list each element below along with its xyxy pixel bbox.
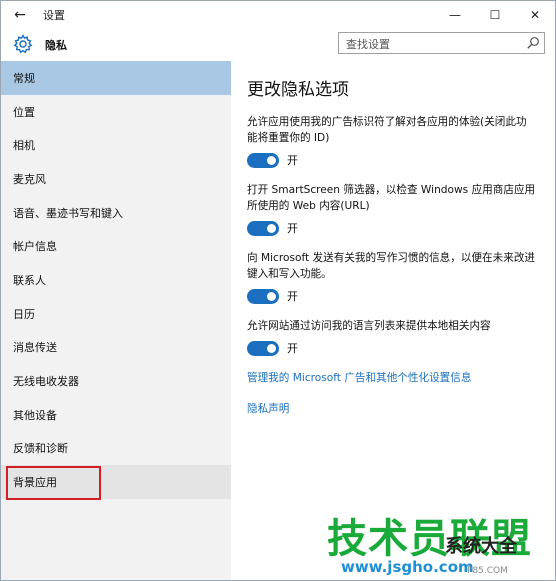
sidebar-item-calendar[interactable]: 日历 xyxy=(1,297,231,331)
watermark-subtitle: 系统大全 xyxy=(445,536,517,557)
option-description: 向 Microsoft 发送有关我的写作习惯的信息，以便在未来改进键入和写入功能… xyxy=(247,252,536,280)
smartscreen-toggle[interactable] xyxy=(247,220,279,236)
toggle-knob xyxy=(267,291,276,301)
sidebar-item-account-info[interactable]: 帐户信息 xyxy=(1,229,231,263)
search-icon[interactable] xyxy=(526,36,540,50)
advertising-id-toggle[interactable] xyxy=(247,152,279,168)
option-description: 允许应用使用我的广告标识符了解对各应用的体验(关闭此功能将重置你的 ID) xyxy=(247,116,527,144)
gear-icon xyxy=(13,34,33,54)
watermark-url: www.jsgho.com xyxy=(341,558,474,576)
highlight-annotation-box xyxy=(6,466,101,500)
sidebar-item-location[interactable]: 位置 xyxy=(1,95,231,129)
toggle-state-label: 开 xyxy=(287,290,298,303)
sidebar-item-general[interactable]: 常规 xyxy=(1,61,231,95)
window-controls: — ☐ ✕ xyxy=(435,1,555,29)
watermark-extra: P85.COM xyxy=(467,566,508,576)
minimize-button[interactable]: — xyxy=(435,1,475,29)
window-title: 设置 xyxy=(43,9,65,22)
back-arrow-icon: ← xyxy=(14,7,26,23)
sidebar-item-microphone[interactable]: 麦克风 xyxy=(1,162,231,196)
option-description: 允许网站通过访问我的语言列表来提供本地相关内容 xyxy=(247,320,491,332)
sidebar-item-contacts[interactable]: 联系人 xyxy=(1,263,231,297)
toggle-state-label: 开 xyxy=(287,342,298,355)
main-content: 更改隐私选项 允许应用使用我的广告标识符了解对各应用的体验(关闭此功能将重置你的… xyxy=(247,75,547,416)
maximize-button[interactable]: ☐ xyxy=(475,1,515,29)
sidebar-item-feedback-diagnostics[interactable]: 反馈和诊断 xyxy=(1,432,231,466)
advertising-id-toggle-row: 开 xyxy=(247,152,547,168)
privacy-statement-link[interactable]: 隐私声明 xyxy=(247,401,547,416)
close-icon: ✕ xyxy=(529,8,541,22)
back-button[interactable]: ← xyxy=(1,1,39,29)
page-title: 隐私 xyxy=(45,39,67,52)
search-box[interactable] xyxy=(338,32,545,55)
toggle-knob xyxy=(267,155,276,165)
content-title: 更改隐私选项 xyxy=(247,80,349,100)
option-description: 打开 SmartScreen 筛选器，以检查 Windows 应用商店应用所使用… xyxy=(247,184,536,212)
search-input[interactable] xyxy=(339,34,519,55)
sidebar-item-camera[interactable]: 相机 xyxy=(1,128,231,162)
language-list-toggle-row: 开 xyxy=(247,340,547,356)
toggle-state-label: 开 xyxy=(287,154,298,167)
watermark: 技术员联盟 系统大全 www.jsgho.com P85.COM xyxy=(327,506,555,580)
smartscreen-toggle-row: 开 xyxy=(247,220,547,236)
sidebar-nav: 常规 位置 相机 麦克风 语音、墨迹书写和键入 帐户信息 联系人 日历 消息传送… xyxy=(1,61,231,501)
minimize-icon: — xyxy=(449,8,461,22)
toggle-knob xyxy=(267,343,276,353)
close-button[interactable]: ✕ xyxy=(515,1,555,29)
toggle-state-label: 开 xyxy=(287,222,298,235)
page-header: 隐私 xyxy=(1,29,555,59)
manage-ads-link[interactable]: 管理我的 Microsoft 广告和其他个性化设置信息 xyxy=(247,370,547,385)
typing-info-toggle-row: 开 xyxy=(247,288,547,304)
sidebar-item-radios[interactable]: 无线电收发器 xyxy=(1,364,231,398)
language-list-toggle[interactable] xyxy=(247,340,279,356)
toggle-knob xyxy=(267,223,276,233)
sidebar-filler xyxy=(1,501,231,580)
title-bar: ← 设置 — ☐ ✕ xyxy=(1,1,555,29)
sidebar-item-speech-inking-typing[interactable]: 语音、墨迹书写和键入 xyxy=(1,196,231,230)
typing-info-toggle[interactable] xyxy=(247,288,279,304)
sidebar-item-messaging[interactable]: 消息传送 xyxy=(1,331,231,365)
sidebar-item-other-devices[interactable]: 其他设备 xyxy=(1,398,231,432)
maximize-icon: ☐ xyxy=(489,8,501,22)
settings-window: ← 设置 — ☐ ✕ 隐私 查找设置 常规 位置 相机 麦克风 语音、墨迹书写和… xyxy=(0,0,556,581)
